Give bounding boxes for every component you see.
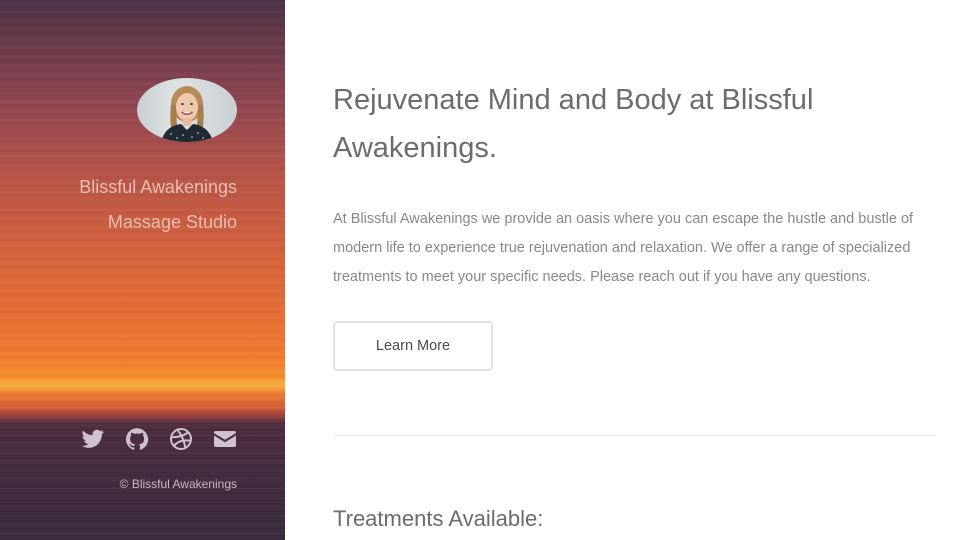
studio-name: Blissful Awakenings Massage Studio xyxy=(7,170,237,240)
main-content: Rejuvenate Mind and Body at Blissful Awa… xyxy=(333,0,936,540)
page: Blissful Awakenings Massage Studio © Bli… xyxy=(0,0,960,540)
learn-more-button[interactable]: Learn More xyxy=(333,321,493,371)
social-links xyxy=(81,427,237,451)
studio-name-line2: Massage Studio xyxy=(107,212,237,232)
studio-name-line1: Blissful Awakenings xyxy=(79,177,237,197)
divider xyxy=(333,435,936,436)
avatar-portrait xyxy=(161,86,213,142)
section-title: Treatments Available: xyxy=(333,506,544,531)
envelope-icon[interactable] xyxy=(213,427,237,451)
sidebar: Blissful Awakenings Massage Studio © Bli… xyxy=(0,0,285,540)
page-title: Rejuvenate Mind and Body at Blissful Awa… xyxy=(333,84,814,164)
copyright: © Blissful Awakenings xyxy=(119,477,237,491)
avatar xyxy=(137,78,237,142)
intro-paragraph: At Blissful Awakenings we provide an oas… xyxy=(333,211,914,285)
twitter-icon[interactable] xyxy=(81,427,105,451)
github-icon[interactable] xyxy=(125,427,149,451)
dribbble-icon[interactable] xyxy=(169,427,193,451)
